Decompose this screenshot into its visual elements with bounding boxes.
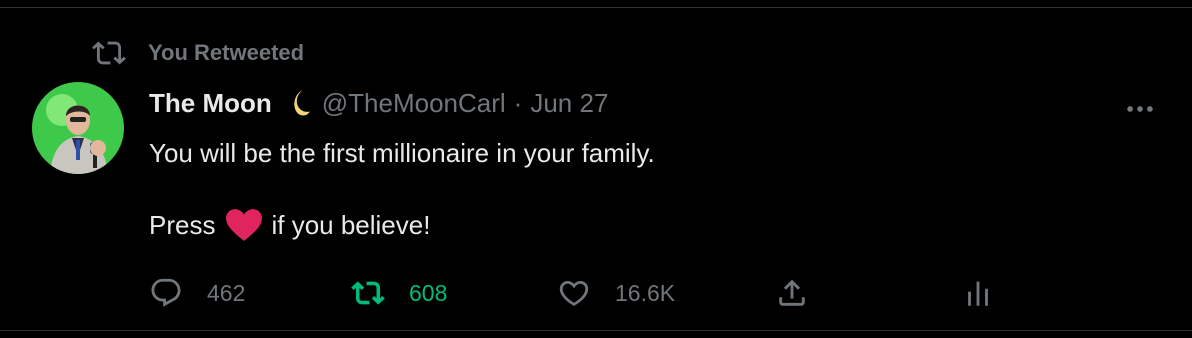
retweet-count: 608 (409, 279, 448, 306)
header-separator: · (513, 87, 523, 118)
heart-outline-icon (559, 280, 589, 306)
share-button[interactable] (775, 276, 809, 310)
like-button[interactable]: 16.6K (557, 276, 675, 310)
tweet-text: You will be the first millionaire in you… (149, 134, 1129, 244)
tweet-card[interactable]: You Retweeted The Moon @TheMoonCarl · Ju… (0, 7, 1192, 331)
reply-button[interactable]: 462 (149, 276, 245, 310)
red-heart-emoji-icon (226, 209, 263, 241)
retweet-icon (92, 41, 126, 65)
retweet-context: You Retweeted (92, 36, 304, 70)
tweet-text-press: Press (149, 210, 216, 240)
retweet-button[interactable]: 608 (351, 276, 447, 310)
tweet-date[interactable]: Jun 27 (530, 88, 608, 119)
crescent-moon-icon (294, 90, 310, 116)
reply-icon (151, 278, 181, 307)
analytics-button[interactable] (961, 276, 995, 310)
tweet-text-believe: if you believe! (271, 210, 431, 240)
avatar-image (32, 82, 124, 174)
tweet-actions: 462 608 16.6K (149, 276, 1149, 320)
reply-count: 462 (207, 279, 246, 306)
tweet-text-line-2: Press if you believe! (149, 206, 1129, 244)
retweet-context-label: You Retweeted (148, 40, 305, 65)
more-horizontal-icon (1127, 106, 1153, 112)
like-count: 16.6K (615, 279, 676, 306)
analytics-bars-icon (968, 281, 988, 306)
tweet-header: The Moon @TheMoonCarl · Jun 27 (149, 86, 608, 120)
author-name[interactable]: The Moon (149, 88, 272, 119)
author-handle[interactable]: @TheMoonCarl (322, 88, 506, 119)
retweet-active-icon (351, 281, 385, 305)
share-upload-icon (779, 279, 805, 306)
more-options-button[interactable] (1118, 92, 1162, 126)
tweet-text-line-1: You will be the first millionaire in you… (149, 138, 655, 168)
avatar[interactable] (32, 82, 124, 174)
